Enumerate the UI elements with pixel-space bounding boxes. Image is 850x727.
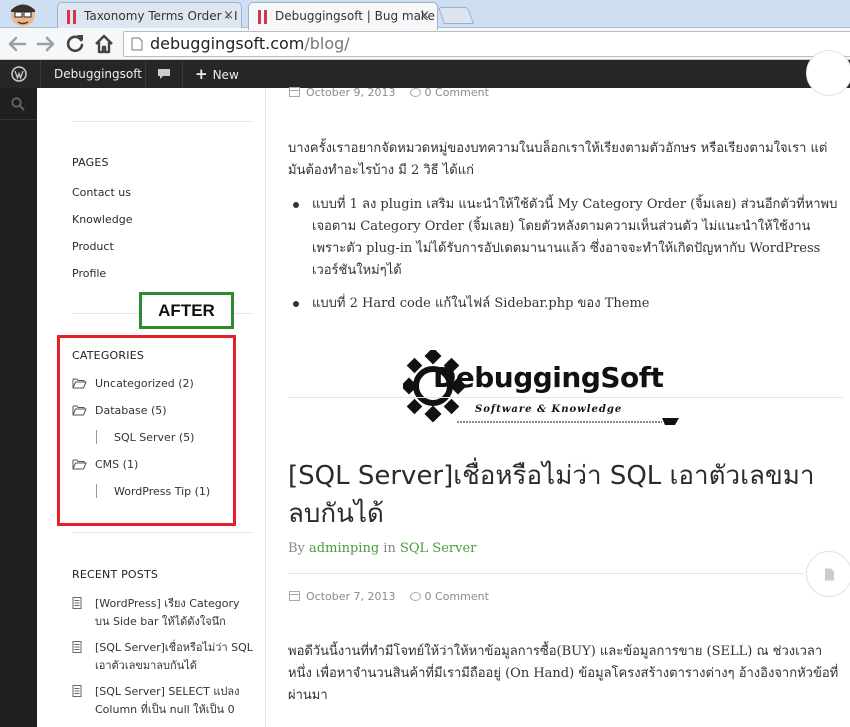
admin-bar-separator [182,60,183,88]
tab-favicon-icon [258,10,268,24]
browser-tabstrip: Taxonomy Terms Order ‹ I × Debuggingsoft… [0,0,850,30]
tab-favicon-icon [67,10,77,24]
url-path: /blog/ [304,34,350,53]
browser-toolbar: debuggingsoft.com/blog/ [0,28,850,60]
post-excerpt: พอดีวันนี้งานที่ทำมีโจทย์ให้ว่าให้หาข้อม… [288,644,839,703]
back-arrow-icon[interactable] [5,32,29,56]
document-icon [72,641,82,653]
divider [288,573,803,574]
home-icon[interactable] [92,32,116,56]
tab-close-icon[interactable]: × [223,8,234,23]
page-icon [131,37,143,51]
address-bar[interactable]: debuggingsoft.com/blog/ [123,31,850,57]
post-format-badge [806,551,850,597]
post-comments[interactable]: 0 Comment [425,86,489,99]
comment-icon [409,88,421,97]
divider [288,397,843,398]
tab-close-icon[interactable]: × [419,8,430,23]
calendar-icon [289,591,300,601]
document-icon [72,597,82,609]
tab-debuggingsoft[interactable]: Debuggingsoft | Bug make × [248,2,438,30]
admin-bar-new[interactable]: + New [195,60,239,88]
logo-wordmark: DebuggingSoft [433,361,664,394]
recent-posts-widget-title: RECENT POSTS [72,568,159,581]
after-annotation-label: AFTER [139,292,234,329]
forward-arrow-icon[interactable] [34,32,58,56]
page-link-product[interactable]: Product [72,240,114,253]
post-format-badge [806,50,850,96]
post-date[interactable]: October 9, 2013 [306,86,396,99]
categories-highlight-box [57,335,236,526]
admin-bar-new-label: New [212,68,239,82]
admin-bar-separator [40,60,41,88]
list-item: แบบที่ 1 ลง plugin เสริม แนะนำให้ใช้ตัวน… [288,194,843,282]
post-title[interactable]: [SQL Server]เชื่อหรือไม่ว่า SQL เอาตัวเล… [288,457,838,533]
user-avatar-icon[interactable] [6,1,40,27]
logo-tagline: Software & Knowledge [475,404,623,415]
divider [72,532,253,533]
tab-label: Taxonomy Terms Order ‹ I [84,9,238,23]
post-meta: October 7, 2013 0 Comment [289,590,489,603]
tab-label: Debuggingsoft | Bug make [275,9,435,23]
divider [72,121,253,122]
plus-icon: + [195,65,208,83]
page-link-contact-us[interactable]: Contact us [72,186,131,199]
category-link[interactable]: SQL Server [400,541,476,556]
byline-in: in [383,541,396,556]
screen: Taxonomy Terms Order ‹ I × Debuggingsoft… [0,0,850,727]
url-host: debuggingsoft.com [150,34,305,53]
post-bullet-list: แบบที่ 1 ลง plugin เสริม แนะนำให้ใช้ตัวน… [288,194,843,326]
post-date[interactable]: October 7, 2013 [306,590,396,603]
admin-bar-separator [145,60,146,88]
page-link-profile[interactable]: Profile [72,267,106,280]
wp-admin-bar: Debuggingsoft + New [0,60,850,88]
logo-underline [457,418,679,425]
document-icon [825,568,834,581]
post-comments[interactable]: 0 Comment [425,590,489,603]
pages-widget-title: PAGES [72,156,109,169]
debuggingsoft-logo: DebuggingSoft Software & Knowledge [403,350,688,436]
byline-by: By [288,541,305,556]
calendar-icon [289,87,300,97]
post-meta: October 9, 2013 0 Comment [289,86,489,99]
recent-post-link[interactable]: [WordPress] เรียง Category บน Side bar ใ… [95,595,255,631]
theme-left-column [0,88,37,727]
search-icon [11,97,25,111]
comments-icon[interactable] [157,68,171,80]
author-link[interactable]: adminping [309,541,379,556]
reload-icon[interactable] [63,32,87,56]
list-item: แบบที่ 2 Hard code แก้ในไฟล์ Sidebar.php… [288,293,843,315]
post-excerpt: บางครั้งเราอยากจัดหมวดหมู่ของบทความในบล็… [288,141,828,178]
comment-icon [409,592,421,601]
recent-post-link[interactable]: [SQL Server]เชื่อหรือไม่ว่า SQL เอาตัวเล… [95,639,255,675]
admin-bar-site-name[interactable]: Debuggingsoft [54,60,142,88]
main-content: October 9, 2013 0 Comment บางครั้งเราอยาก… [265,50,850,727]
recent-post-link[interactable]: [SQL Server] SELECT แปลง Column ที่เป็น … [95,683,255,719]
theme-search-toggle[interactable] [0,88,37,120]
page-link-knowledge[interactable]: Knowledge [72,213,132,226]
post-byline: By adminping in SQL Server [288,541,476,556]
document-icon [72,685,82,697]
tab-taxonomy-terms-order[interactable]: Taxonomy Terms Order ‹ I × [57,2,242,29]
new-tab-button[interactable] [437,7,475,24]
url-text: debuggingsoft.com/blog/ [150,34,350,53]
wordpress-logo-icon[interactable] [11,66,27,82]
